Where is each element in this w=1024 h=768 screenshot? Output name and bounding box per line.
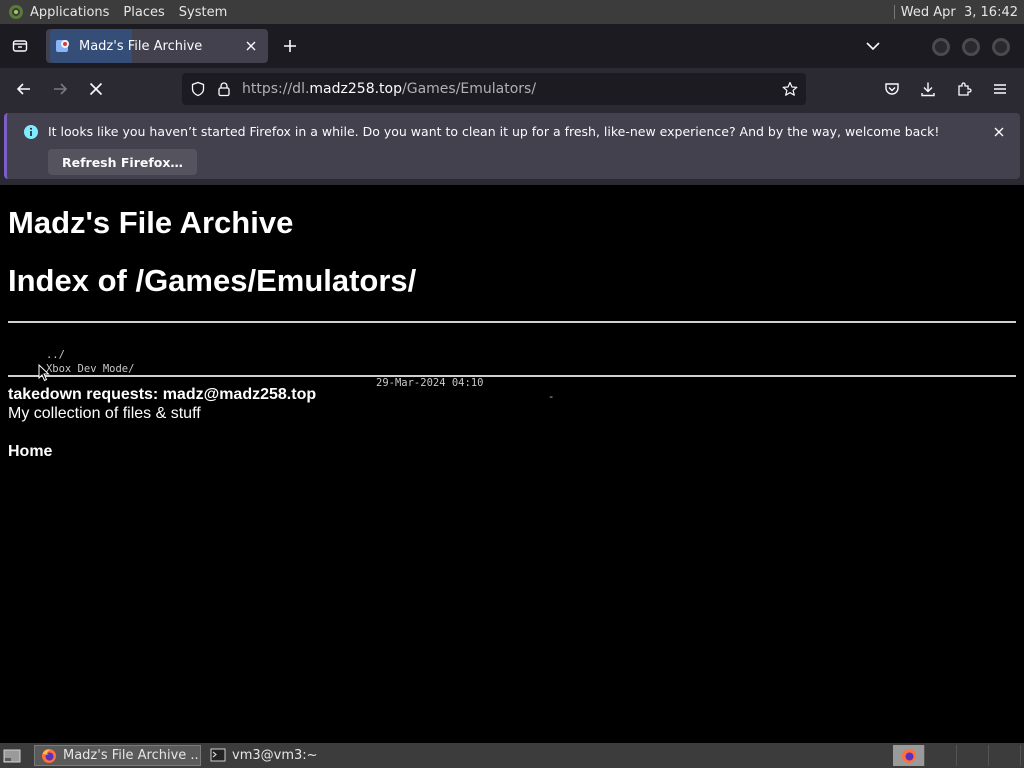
distro-logo-icon[interactable]: [8, 4, 24, 20]
listing-size: -: [548, 391, 555, 403]
notification-area: It looks like you haven’t started Firefo…: [0, 110, 1024, 185]
listing-row: Xbox Dev Mode/ 29-Mar-2024 04:10 -: [8, 348, 554, 403]
downloads-button[interactable]: [912, 73, 944, 105]
mouse-cursor-icon: [38, 364, 50, 382]
directory-listing: ../ Xbox Dev Mode/ 29-Mar-2024 04:10 -: [8, 334, 554, 403]
site-favicon-icon: [55, 38, 71, 54]
maximize-button[interactable]: [962, 38, 980, 56]
taskbar-firefox-label: Madz's File Archive ...: [63, 748, 201, 763]
directory-link[interactable]: Xbox Dev Mode/: [46, 363, 135, 375]
extensions-button[interactable]: [948, 73, 980, 105]
tab-madz-file-archive[interactable]: Madz's File Archive: [46, 29, 268, 63]
listing-date: 29-Mar-2024 04:10: [376, 377, 484, 389]
list-all-tabs-button[interactable]: [860, 32, 886, 60]
clock-text: Wed Apr 3, 16:42: [900, 4, 1018, 20]
plus-icon: [284, 40, 296, 52]
url-domain: madz258.top: [309, 81, 402, 97]
terminal-icon: [210, 748, 226, 764]
taskbar-terminal-window[interactable]: vm3@vm3:~: [204, 745, 369, 766]
refresh-firefox-button[interactable]: Refresh Firefox…: [48, 149, 197, 175]
firefox-view-icon: [12, 40, 28, 52]
page-content: Madz's File Archive Index of /Games/Emul…: [0, 185, 1024, 743]
show-desktop-button[interactable]: [2, 746, 22, 765]
minimize-button[interactable]: [932, 38, 950, 56]
url-text[interactable]: https://dl.madz258.top/Games/Emulators/: [242, 81, 536, 97]
workspace-switcher: [893, 745, 1021, 766]
hamburger-menu-icon: [994, 84, 1006, 94]
takedown-notice: takedown requests: madz@madz258.top: [8, 386, 317, 403]
home-link[interactable]: Home: [8, 443, 52, 461]
address-bar[interactable]: https://dl.madz258.top/Games/Emulators/: [182, 73, 806, 105]
download-icon: [921, 82, 935, 97]
taskbar-terminal-label: vm3@vm3:~: [232, 748, 318, 763]
info-icon: [23, 124, 39, 140]
stop-button[interactable]: [80, 73, 112, 105]
workspace-3[interactable]: [957, 745, 989, 766]
close-window-button[interactable]: [992, 38, 1010, 56]
stop-icon: [89, 82, 103, 96]
listing-row-parent: ../: [8, 334, 134, 361]
new-tab-button[interactable]: [276, 32, 304, 60]
puzzle-piece-icon: [958, 82, 972, 96]
applications-menu[interactable]: Applications: [30, 5, 109, 20]
site-title: Madz's File Archive: [8, 205, 294, 240]
tab-title: Madz's File Archive: [79, 38, 203, 54]
forward-button[interactable]: [44, 73, 76, 105]
firefox-view-button[interactable]: [0, 24, 40, 68]
url-path: /Games/Emulators/: [402, 81, 537, 97]
close-icon: [246, 41, 256, 51]
site-tagline: My collection of files & stuff: [8, 405, 201, 422]
back-button[interactable]: [8, 73, 40, 105]
divider-bottom: [8, 375, 1016, 377]
refresh-firefox-notification: It looks like you haven’t started Firefo…: [4, 113, 1020, 179]
top-panel: Applications Places System Wed Apr 3, 16…: [0, 0, 1024, 24]
desktop-icon: [3, 749, 21, 762]
navigation-toolbar: https://dl.madz258.top/Games/Emulators/: [0, 68, 1024, 110]
back-arrow-icon: [16, 83, 30, 95]
bookmark-star-icon[interactable]: [782, 81, 798, 97]
pocket-icon: [885, 83, 899, 95]
url-prefix: https://dl.: [242, 81, 310, 97]
workspace-2[interactable]: [925, 745, 957, 766]
clock[interactable]: Wed Apr 3, 16:42: [893, 4, 1018, 20]
window-controls: [932, 38, 1010, 56]
tracking-protection-shield-icon[interactable]: [190, 81, 206, 97]
close-icon: [994, 127, 1004, 137]
pocket-button[interactable]: [876, 73, 908, 105]
tab-bar: Madz's File Archive: [0, 24, 1024, 68]
divider-top: [8, 321, 1016, 323]
forward-arrow-icon: [54, 83, 68, 95]
places-menu[interactable]: Places: [123, 5, 164, 20]
firefox-icon: [41, 748, 57, 764]
notification-message: It looks like you haven’t started Firefo…: [48, 124, 940, 139]
system-menu[interactable]: System: [179, 5, 227, 20]
index-title: Index of /Games/Emulators/: [8, 263, 417, 298]
taskbar-firefox-window[interactable]: Madz's File Archive ...: [34, 745, 201, 766]
notification-close-button[interactable]: [990, 123, 1008, 141]
app-menu-button[interactable]: [984, 73, 1016, 105]
firefox-icon: [901, 748, 916, 763]
lock-icon[interactable]: [216, 81, 232, 97]
panel-separator: [893, 5, 895, 19]
workspace-1[interactable]: [893, 745, 925, 766]
taskbar: Madz's File Archive ... vm3@vm3:~: [0, 743, 1024, 768]
chevron-down-icon: [866, 42, 880, 51]
tab-close-button[interactable]: [239, 34, 263, 58]
workspace-4[interactable]: [989, 745, 1021, 766]
